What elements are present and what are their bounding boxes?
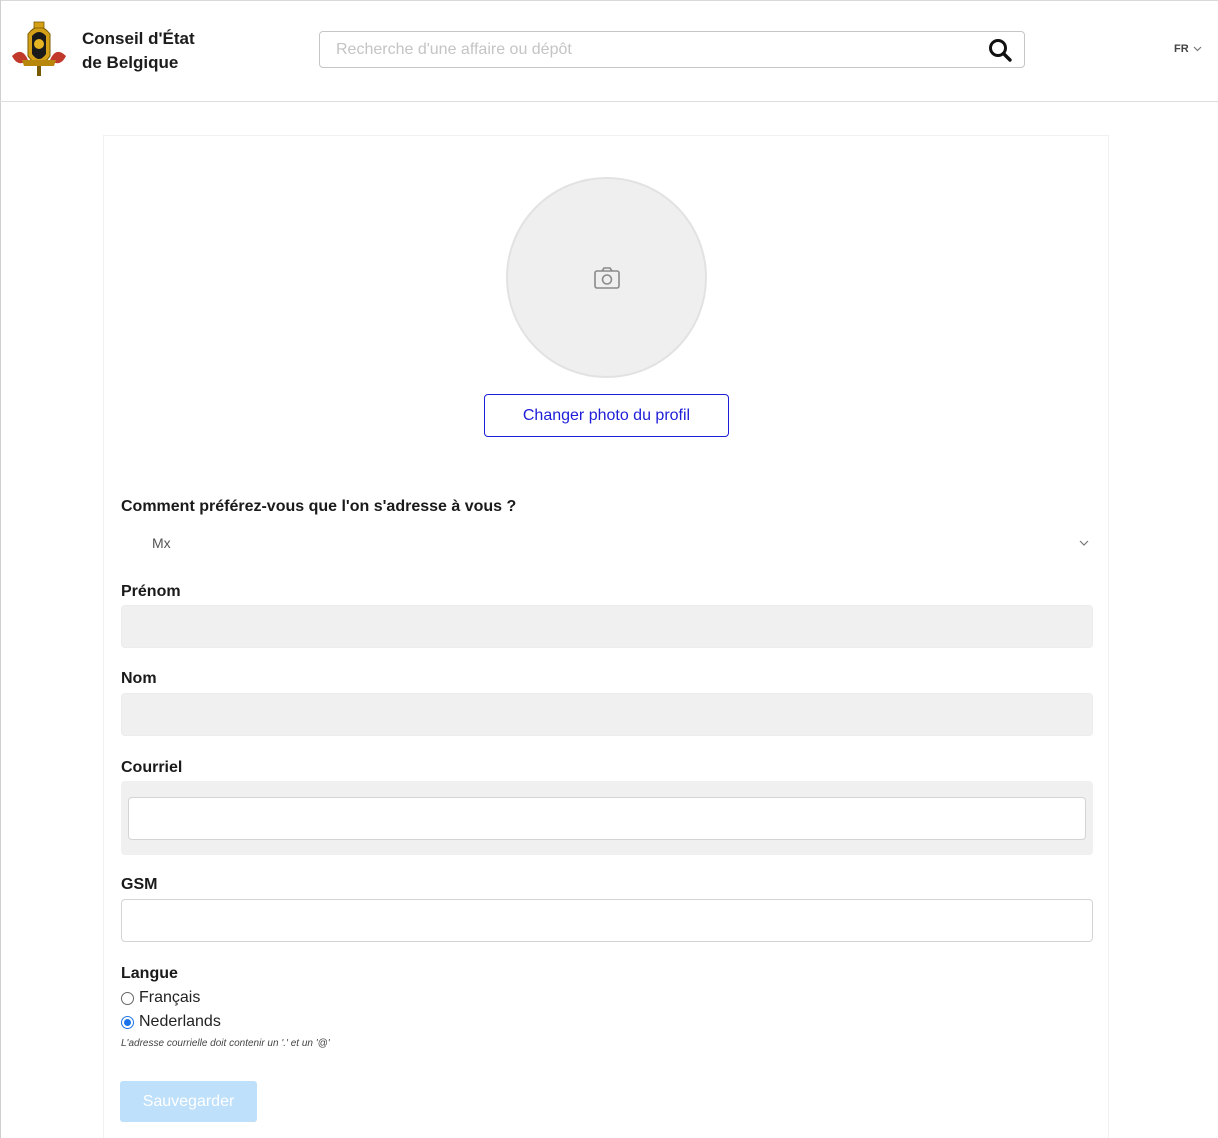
search-box [319,31,1025,68]
first-name-label: Prénom [121,583,181,600]
change-photo-button[interactable]: Changer photo du profil [484,394,729,437]
email-input-box [128,797,1086,840]
email-field [121,781,1093,855]
last-name-field [121,693,1093,736]
first-name-field [121,605,1093,648]
language-switcher[interactable]: FR [1174,43,1202,55]
radio-francais[interactable] [121,991,134,1005]
profile-avatar[interactable] [506,177,707,378]
radio-nederlands[interactable] [121,1015,134,1029]
last-name-label: Nom [121,670,157,687]
language-code: FR [1174,43,1189,55]
chevron-down-icon [1193,46,1202,52]
save-button[interactable]: Sauvegarder [120,1081,257,1122]
brand-line-1: Conseil d'État [82,29,195,48]
salutation-label: Comment préférez-vous que l'on s'adresse… [121,498,517,515]
brand-name[interactable]: Conseil d'État de Belgique [82,27,195,75]
language-option-francais[interactable]: Français [121,989,200,1007]
language-option-label: Français [139,989,201,1006]
email-hint: L'adresse courrielle doit contenir un '.… [121,1038,330,1049]
language-option-label: Nederlands [139,1013,221,1030]
top-header: Conseil d'État de Belgique FR [0,0,1218,102]
salutation-select[interactable]: Mx [121,528,1093,558]
camera-icon [593,266,620,289]
email-label: Courriel [121,759,183,776]
phone-label: GSM [121,876,158,893]
last-name-input[interactable] [122,694,1092,735]
language-label: Langue [121,965,178,982]
first-name-input[interactable] [122,606,1092,647]
phone-field [121,899,1093,942]
language-option-nederlands[interactable]: Nederlands [121,1013,221,1031]
search-icon[interactable] [986,36,1014,64]
phone-input[interactable] [122,900,1092,941]
chevron-down-icon [1079,540,1089,546]
search-input[interactable] [320,32,970,67]
email-input[interactable] [129,798,1085,839]
salutation-value: Mx [152,535,171,551]
belgian-coat-of-arms-icon[interactable] [8,16,70,78]
brand-line-2: de Belgique [82,53,179,72]
